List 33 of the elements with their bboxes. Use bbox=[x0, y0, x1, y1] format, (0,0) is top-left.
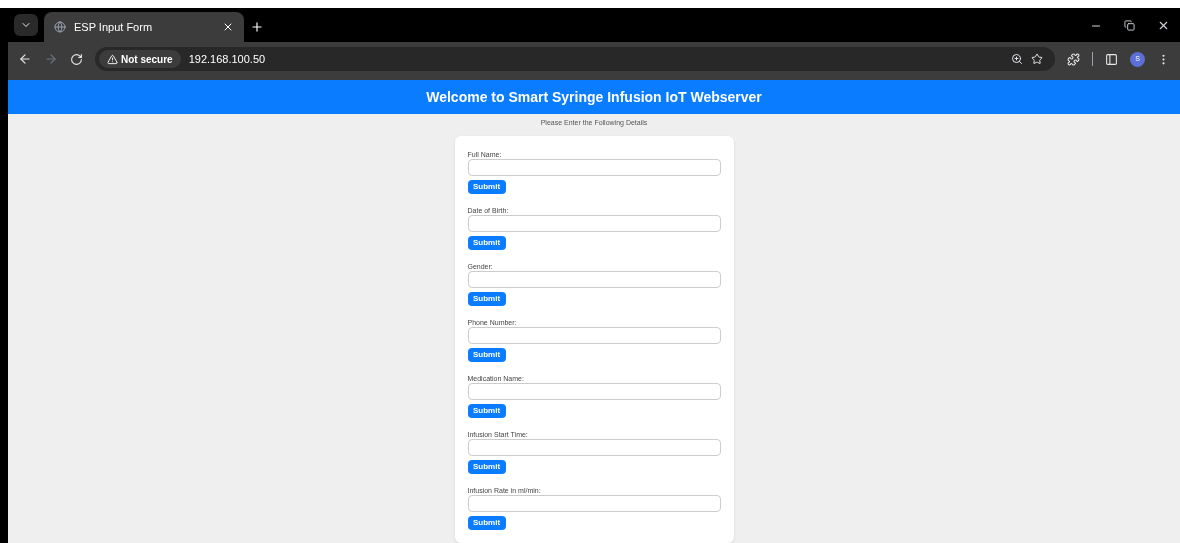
page-header: Welcome to Smart Syringe Infusion IoT Webserver bbox=[8, 80, 1180, 114]
url-text: 192.168.100.50 bbox=[188, 51, 266, 67]
input-field[interactable] bbox=[467, 271, 721, 288]
submit-button[interactable]: Submit bbox=[467, 236, 506, 250]
input-field[interactable] bbox=[467, 495, 721, 512]
submit-button[interactable]: Submit bbox=[467, 516, 506, 530]
input-field[interactable] bbox=[467, 215, 721, 232]
submit-button[interactable]: Submit bbox=[467, 404, 506, 418]
input-field[interactable] bbox=[467, 383, 721, 400]
submit-button[interactable]: Submit bbox=[467, 460, 506, 474]
browser-tab[interactable]: ESP Input Form bbox=[44, 12, 244, 42]
globe-icon bbox=[54, 21, 66, 33]
input-field[interactable] bbox=[467, 327, 721, 344]
forward-icon[interactable] bbox=[44, 52, 58, 66]
back-icon[interactable] bbox=[18, 52, 32, 66]
side-panel-icon[interactable] bbox=[1105, 52, 1118, 66]
submit-button[interactable]: Submit bbox=[467, 348, 506, 362]
address-bar[interactable]: Not secure 192.168.100.50 bbox=[95, 47, 1055, 71]
close-icon bbox=[222, 21, 234, 33]
submit-button[interactable]: Submit bbox=[467, 292, 506, 306]
input-field[interactable] bbox=[467, 159, 721, 176]
reload-icon[interactable] bbox=[70, 52, 83, 66]
input-field[interactable] bbox=[467, 439, 721, 456]
zoom-icon[interactable] bbox=[1011, 53, 1023, 65]
tab-list-button[interactable] bbox=[14, 14, 38, 36]
new-tab-button[interactable] bbox=[250, 20, 264, 34]
submit-button[interactable]: Submit bbox=[467, 180, 506, 194]
warning-icon bbox=[107, 53, 118, 65]
restore-icon bbox=[1124, 20, 1135, 31]
extensions-icon[interactable] bbox=[1067, 52, 1080, 66]
security-chip[interactable]: Not secure bbox=[99, 50, 181, 68]
close-icon bbox=[1157, 19, 1170, 32]
star-icon[interactable] bbox=[1031, 53, 1043, 65]
